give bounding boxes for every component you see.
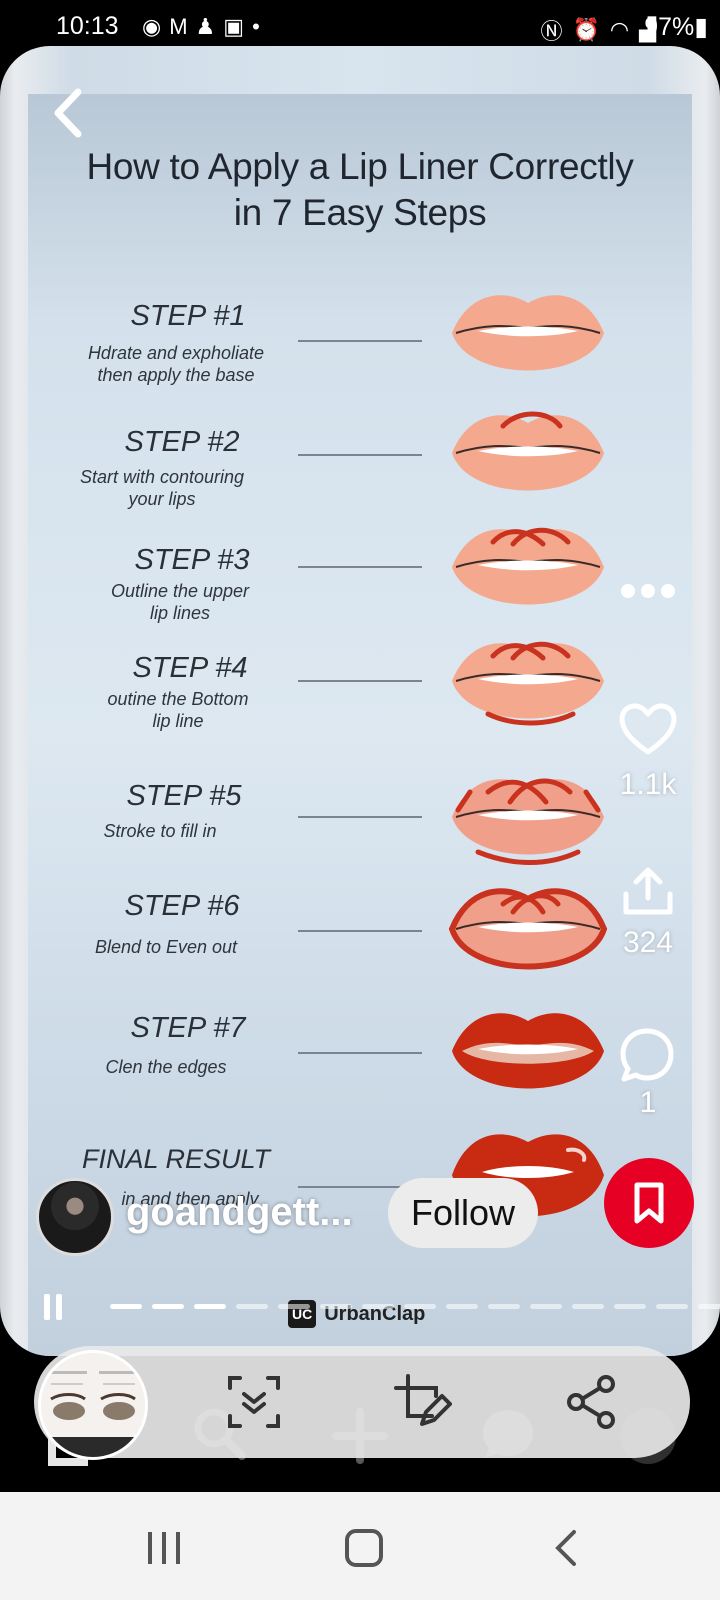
step-desc-line: lip lines xyxy=(149,603,211,623)
progress-segment xyxy=(362,1304,394,1309)
messenger-icon: ◉ xyxy=(142,14,162,39)
screenshot-thumbnail[interactable] xyxy=(38,1350,148,1460)
share-toolbar-icon[interactable] xyxy=(562,1372,622,1432)
connector-line xyxy=(298,566,422,568)
thumbnail-image xyxy=(47,1371,139,1457)
back-nav-button[interactable] xyxy=(552,1528,578,1568)
nfc-icon: Ⓝ xyxy=(540,19,563,44)
pin-title-line2: in 7 Easy Steps xyxy=(233,192,487,233)
progress-segment xyxy=(236,1304,268,1309)
step-desc-line: lip line xyxy=(152,711,204,731)
lips-illustration xyxy=(452,641,604,726)
step-desc: Blend to Even out xyxy=(36,936,296,958)
connector-line xyxy=(298,340,422,342)
progress-segment xyxy=(656,1304,688,1309)
pin-card: How to Apply a Lip Liner Correctly in 7 … xyxy=(0,46,720,1356)
story-progress xyxy=(110,1304,720,1309)
progress-segment xyxy=(698,1304,720,1309)
save-button[interactable] xyxy=(604,1158,694,1248)
share-count: 324 xyxy=(622,926,674,959)
lips-illustration xyxy=(452,295,604,371)
step-desc: Start with contouring your lips xyxy=(32,466,292,510)
progress-segment xyxy=(320,1304,352,1309)
progress-segment xyxy=(572,1304,604,1309)
gmail-icon: M xyxy=(169,14,188,39)
progress-segment xyxy=(614,1304,646,1309)
progress-segment xyxy=(446,1304,478,1309)
lips-illustration xyxy=(452,527,604,605)
follow-button[interactable]: Follow xyxy=(388,1178,538,1248)
step-label: FINAL RESULT xyxy=(81,1144,271,1174)
more-options-button[interactable] xyxy=(620,576,676,606)
step-desc-line: Clen the edges xyxy=(105,1057,227,1077)
alarm-icon: ⏰ xyxy=(572,17,600,42)
progress-segment xyxy=(404,1304,436,1309)
wifi-icon: ◠ xyxy=(609,17,630,42)
comment-count: 1 xyxy=(639,1086,657,1119)
step-desc: Outline the upper lip lines xyxy=(50,580,310,624)
lips-illustration xyxy=(448,888,608,970)
step-desc: Stroke to fill in xyxy=(30,820,290,842)
photo-icon: ▣ xyxy=(223,14,245,39)
person-add-icon: ♟ xyxy=(195,14,216,39)
system-navigation-bar xyxy=(0,1492,720,1600)
battery-icon: ▮ xyxy=(694,13,708,41)
step-desc-line: outine the Bottom xyxy=(107,689,249,709)
like-count: 1.1k xyxy=(619,768,677,801)
step-desc: Hdrate and expholiate then apply the bas… xyxy=(46,342,306,386)
status-time: 10:13 xyxy=(56,12,119,40)
step-desc-line: Start with contouring xyxy=(79,467,245,487)
connector-line xyxy=(298,930,422,932)
battery-level: 97%▮ xyxy=(644,12,708,42)
step-desc-line: then apply the base xyxy=(97,365,255,385)
step-desc-line: your lips xyxy=(128,489,196,509)
dot-icon: • xyxy=(252,14,260,39)
progress-segment xyxy=(110,1304,142,1309)
step-label: STEP #1 xyxy=(130,300,246,332)
connector-line xyxy=(298,816,422,818)
pause-button[interactable] xyxy=(44,1294,64,1320)
battery-text: 97% xyxy=(644,13,695,41)
recents-button[interactable] xyxy=(144,1530,184,1566)
step-desc: Clen the edges xyxy=(36,1056,296,1078)
lips-illustration xyxy=(452,1013,604,1089)
progress-segment xyxy=(194,1304,226,1309)
scroll-capture-icon[interactable] xyxy=(224,1372,284,1432)
step-label: STEP #5 xyxy=(126,780,242,812)
bookmark-icon xyxy=(634,1182,664,1224)
step-desc-line: Stroke to fill in xyxy=(103,821,217,841)
connector-line xyxy=(298,680,422,682)
connector-line xyxy=(298,454,422,456)
progress-segment xyxy=(278,1304,310,1309)
step-desc-line: Hdrate and expholiate xyxy=(87,343,265,363)
progress-segment xyxy=(530,1304,562,1309)
step-desc-line: Outline the upper xyxy=(110,581,250,601)
step-label: STEP #6 xyxy=(124,890,240,922)
step-label: STEP #4 xyxy=(132,652,248,684)
system-icons: Ⓝ ⏰ ◠ ▟ xyxy=(540,14,656,46)
comment-icon[interactable] xyxy=(618,1026,676,1084)
progress-segment xyxy=(488,1304,520,1309)
step-desc-line: Blend to Even out xyxy=(94,937,238,957)
connector-line xyxy=(298,1052,422,1054)
lips-illustration xyxy=(452,778,604,865)
avatar[interactable] xyxy=(36,1178,114,1256)
pin-title-line1: How to Apply a Lip Liner Correctly xyxy=(86,146,634,187)
progress-segment xyxy=(152,1304,184,1309)
pin-title: How to Apply a Lip Liner Correctly in 7 … xyxy=(28,144,692,236)
screenshot-toolbar xyxy=(34,1346,690,1460)
creator-username[interactable]: goandgett... xyxy=(126,1190,353,1235)
step-label: STEP #7 xyxy=(130,1012,246,1044)
notification-icons: ◉ M ♟ ▣ • xyxy=(142,14,260,40)
home-button[interactable] xyxy=(344,1528,384,1568)
share-icon[interactable] xyxy=(620,864,676,920)
status-bar: 10:13 ◉ M ♟ ▣ • Ⓝ ⏰ ◠ ▟ 97%▮ xyxy=(0,0,720,52)
back-button[interactable] xyxy=(44,86,94,140)
step-label: STEP #2 xyxy=(124,426,240,458)
lips-illustration xyxy=(452,411,604,491)
heart-icon[interactable] xyxy=(618,702,678,758)
crop-edit-icon[interactable] xyxy=(392,1372,452,1432)
step-desc: outine the Bottom lip line xyxy=(48,688,308,732)
step-label: STEP #3 xyxy=(134,544,250,576)
